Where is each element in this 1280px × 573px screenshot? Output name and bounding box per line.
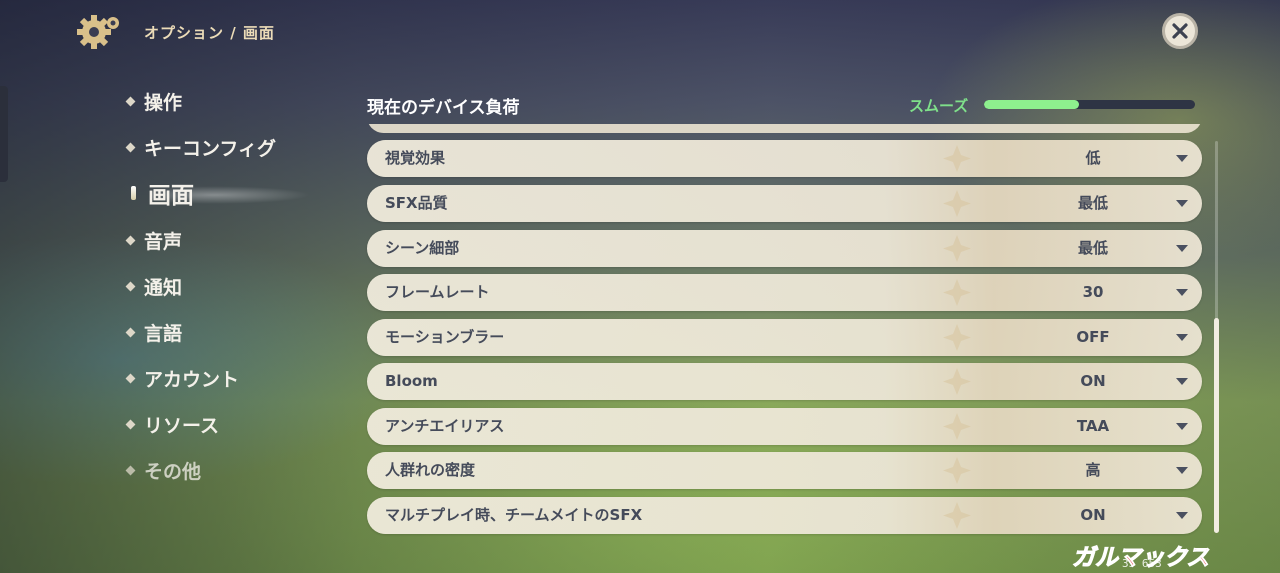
setting-label: アンチエイリアス: [385, 417, 505, 435]
diamond-icon: [125, 373, 136, 383]
star-decoration-icon: [943, 190, 971, 217]
setting-value: 高: [1085, 461, 1101, 479]
settings-gear-icon: [74, 12, 124, 52]
setting-frame-rate[interactable]: フレームレート 30: [367, 274, 1202, 311]
diamond-icon: [125, 327, 136, 337]
diamond-icon: [125, 465, 136, 475]
star-decoration-icon: [943, 502, 971, 529]
diamond-icon: [125, 281, 136, 291]
dropdown-caret-icon[interactable]: [1176, 334, 1188, 341]
sidebar-item-language[interactable]: 言語: [124, 317, 182, 347]
diamond-icon: [125, 142, 136, 152]
watermark-logo: ガルマックス: [1071, 545, 1210, 572]
sidebar-item-notifications[interactable]: 通知: [124, 271, 182, 301]
setting-label: 人群れの密度: [385, 461, 476, 479]
device-load-bar: [984, 100, 1195, 109]
sidebar-item-key-config[interactable]: キーコンフィグ: [124, 132, 276, 162]
setting-bloom[interactable]: Bloom ON: [367, 363, 1202, 400]
active-marker-icon: [131, 186, 136, 200]
star-decoration-icon: [943, 145, 971, 172]
setting-label: Bloom: [385, 372, 438, 390]
sidebar-item-graphics[interactable]: 画面: [128, 178, 194, 209]
setting-sfx-quality[interactable]: SFX品質 最低: [367, 185, 1202, 222]
setting-anti-aliasing[interactable]: アンチエイリアス TAA: [367, 408, 1202, 445]
dropdown-caret-icon[interactable]: [1176, 155, 1188, 162]
setting-coop-teammate-sfx[interactable]: マルチプレイ時、チームメイトのSFX ON: [367, 497, 1202, 534]
diamond-icon: [125, 419, 136, 429]
settings-row-partial: [367, 124, 1202, 133]
sidebar-item-label: その他: [144, 460, 202, 483]
close-button[interactable]: [1162, 13, 1198, 49]
setting-label: マルチプレイ時、チームメイトのSFX: [385, 506, 643, 524]
setting-value: OFF: [1076, 328, 1110, 346]
dropdown-caret-icon[interactable]: [1176, 512, 1188, 519]
dropdown-caret-icon[interactable]: [1176, 378, 1188, 385]
setting-value: ON: [1080, 506, 1106, 524]
dropdown-caret-icon[interactable]: [1176, 245, 1188, 252]
setting-label: シーン細部: [385, 239, 460, 257]
sidebar-item-controls[interactable]: 操作: [124, 86, 182, 116]
settings-list[interactable]: 視覚効果 低 SFX品質 最低 シーン細部 最低 フレームレート 30 モーショ…: [360, 124, 1210, 538]
device-load-label: 現在のデバイス負荷: [367, 98, 520, 118]
diamond-icon: [125, 235, 136, 245]
device-load-fill: [984, 100, 1079, 109]
sidebar-item-account[interactable]: アカウント: [124, 363, 239, 393]
setting-label: SFX品質: [385, 194, 448, 212]
dropdown-caret-icon[interactable]: [1176, 289, 1188, 296]
setting-label: モーションブラー: [385, 328, 505, 346]
sidebar-item-label: キーコンフィグ: [144, 137, 277, 160]
sidebar-item-label: 言語: [144, 322, 183, 345]
dropdown-caret-icon[interactable]: [1176, 467, 1188, 474]
star-decoration-icon: [943, 324, 971, 351]
setting-value: 30: [1082, 283, 1104, 301]
sidebar-item-label: リソース: [144, 414, 220, 437]
star-decoration-icon: [943, 457, 971, 484]
setting-label: フレームレート: [385, 283, 490, 301]
breadcrumb: オプション / 画面: [144, 24, 275, 42]
setting-scene-detail[interactable]: シーン細部 最低: [367, 230, 1202, 267]
setting-motion-blur[interactable]: モーションブラー OFF: [367, 319, 1202, 356]
sidebar-item-label: 操作: [144, 91, 183, 114]
setting-value: ON: [1080, 372, 1106, 390]
sidebar-item-audio[interactable]: 音声: [124, 225, 182, 255]
setting-value: 最低: [1077, 194, 1108, 212]
sidebar-item-label: 画面: [148, 183, 194, 209]
setting-label: 視覚効果: [385, 149, 446, 167]
star-decoration-icon: [943, 279, 971, 306]
setting-visual-effects[interactable]: 視覚効果 低: [367, 140, 1202, 177]
star-decoration-icon: [943, 413, 971, 440]
setting-value: TAA: [1076, 417, 1110, 435]
scrollbar-thumb[interactable]: [1214, 318, 1219, 533]
setting-value: 低: [1085, 149, 1101, 167]
sidebar-item-label: 音声: [144, 230, 183, 253]
sidebar-item-resources[interactable]: リソース: [124, 409, 219, 439]
setting-crowd-density[interactable]: 人群れの密度 高: [367, 452, 1202, 489]
side-pull-tab[interactable]: [0, 86, 8, 182]
sidebar-item-label: 通知: [144, 276, 183, 299]
device-load-status: スムーズ: [909, 97, 969, 115]
dropdown-caret-icon[interactable]: [1176, 200, 1188, 207]
sidebar-item-other[interactable]: その他: [124, 455, 201, 485]
star-decoration-icon: [943, 235, 971, 262]
star-decoration-icon: [943, 368, 971, 395]
dropdown-caret-icon[interactable]: [1176, 423, 1188, 430]
close-icon: [1172, 23, 1188, 39]
setting-value: 最低: [1077, 239, 1108, 257]
diamond-icon: [125, 96, 136, 106]
sidebar-item-label: アカウント: [144, 368, 240, 391]
